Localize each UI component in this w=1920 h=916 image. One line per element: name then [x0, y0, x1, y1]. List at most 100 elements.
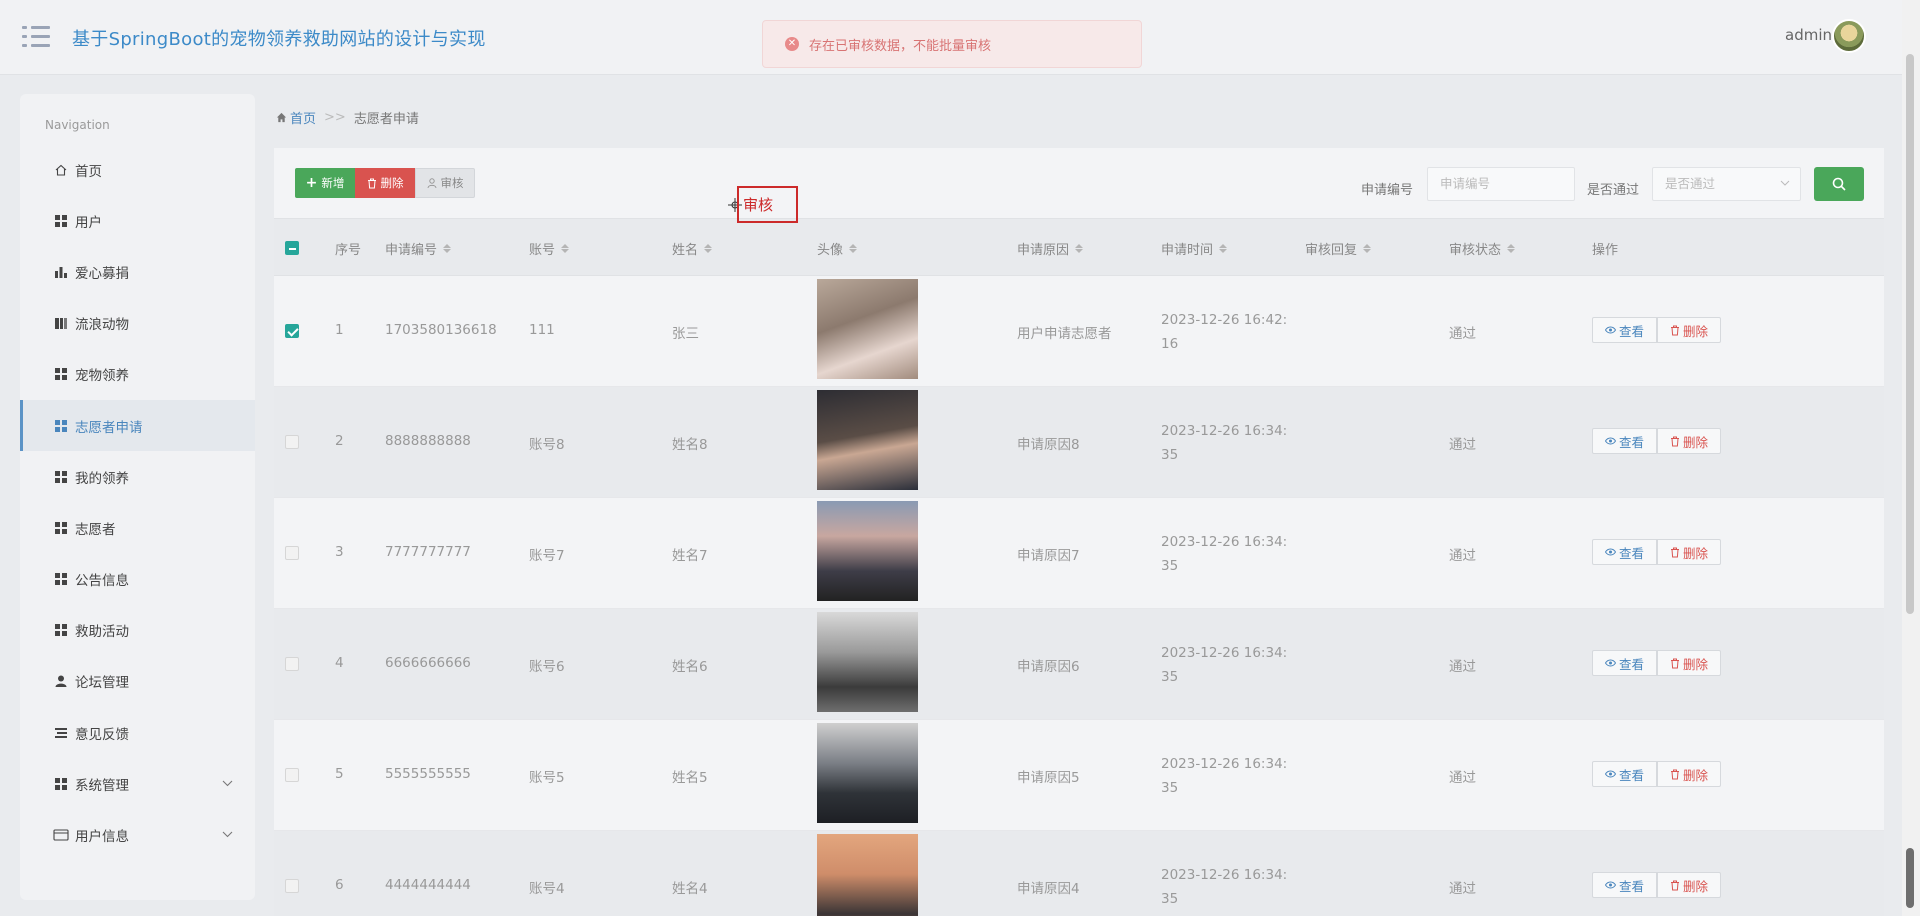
row-checkbox[interactable]: [285, 546, 299, 560]
cell-time: 2023-12-26 16:34: 35: [1161, 419, 1301, 467]
table-row[interactable]: 3 7777777777 账号7 姓名7 申请原因7 2023-12-26 16…: [274, 498, 1884, 609]
sort-icon: [1075, 244, 1084, 253]
sidebar-item[interactable]: 爱心募捐: [20, 246, 255, 297]
row-checkbox[interactable]: [285, 768, 299, 782]
table-row[interactable]: 1 1703580136618 111 张三 用户申请志愿者 2023-12-2…: [274, 276, 1884, 387]
sidebar-item[interactable]: 系统管理: [20, 758, 255, 809]
view-button[interactable]: 查看: [1592, 317, 1657, 343]
cell-time: 2023-12-26 16:34: 35: [1161, 752, 1301, 800]
row-delete-button[interactable]: 删除: [1657, 650, 1721, 676]
row-delete-button-label: 删除: [1682, 656, 1708, 672]
col-header-account[interactable]: 账号: [529, 239, 570, 258]
view-button[interactable]: 查看: [1592, 428, 1657, 454]
sidebar-item[interactable]: 意见反馈: [20, 707, 255, 758]
col-header-status[interactable]: 审核状态: [1449, 239, 1516, 258]
trash-icon: [1670, 769, 1679, 779]
col-header-reply[interactable]: 审核回复: [1305, 239, 1372, 258]
avatar-thumbnail[interactable]: [817, 501, 918, 601]
cell-status: 通过: [1449, 770, 1476, 786]
select-all-checkbox[interactable]: [285, 241, 299, 255]
sidebar-item[interactable]: 用户信息: [20, 809, 255, 860]
cell-reason: 申请原因4: [1017, 881, 1080, 897]
search-label-app-no: 申请编号: [1361, 183, 1414, 198]
row-checkbox[interactable]: [285, 435, 299, 449]
avatar-thumbnail[interactable]: [817, 612, 918, 712]
col-header-label: 申请时间: [1161, 243, 1214, 258]
sidebar-item[interactable]: 流浪动物: [20, 298, 255, 349]
grid-icon: [53, 520, 69, 536]
avatar-thumbnail[interactable]: [817, 390, 918, 490]
view-button-label: 查看: [1618, 434, 1644, 450]
row-delete-button-label: 删除: [1682, 767, 1708, 783]
avatar[interactable]: [1832, 19, 1866, 53]
col-header-label: 序号: [335, 243, 362, 258]
sidebar-item-label: 论坛管理: [75, 675, 129, 692]
cell-name: 姓名5: [672, 770, 708, 786]
error-icon: ✕: [785, 37, 799, 51]
sidebar-item-label: 救助活动: [75, 624, 129, 641]
breadcrumb-home[interactable]: 首页: [276, 108, 316, 127]
col-header-avatar[interactable]: 头像: [817, 239, 858, 258]
user-name[interactable]: admin: [1785, 26, 1832, 44]
view-button-label: 查看: [1618, 767, 1644, 783]
select-passed[interactable]: 是否通过: [1652, 167, 1801, 201]
table-row[interactable]: 6 4444444444 账号4 姓名4 申请原因4 2023-12-26 16…: [274, 831, 1884, 916]
sidebar-item-label: 流浪动物: [75, 317, 129, 334]
table-row[interactable]: 4 6666666666 账号6 姓名6 申请原因6 2023-12-26 16…: [274, 609, 1884, 720]
sidebar-item[interactable]: 论坛管理: [20, 656, 255, 707]
chevron-down-icon: [1780, 180, 1790, 186]
sidebar-item[interactable]: 志愿者: [20, 502, 255, 553]
col-header-time[interactable]: 申请时间: [1161, 239, 1228, 258]
table-row[interactable]: 5 5555555555 账号5 姓名5 申请原因5 2023-12-26 16…: [274, 720, 1884, 831]
search-input-app-no[interactable]: 申请编号: [1427, 167, 1575, 201]
avatar-thumbnail[interactable]: [817, 834, 918, 916]
row-checkbox[interactable]: [285, 879, 299, 893]
sidebar-item[interactable]: 我的领养: [20, 451, 255, 502]
row-delete-button-label: 删除: [1682, 323, 1708, 339]
home-icon: [53, 162, 69, 178]
view-button[interactable]: 查看: [1592, 872, 1657, 898]
view-button[interactable]: 查看: [1592, 650, 1657, 676]
col-header-name[interactable]: 姓名: [672, 239, 713, 258]
scrollbar-thumb[interactable]: [1906, 54, 1914, 614]
cell-time-line-2: 35: [1161, 558, 1179, 574]
sidebar-item[interactable]: 救助活动: [20, 605, 255, 656]
sidebar-item[interactable]: 宠物领养: [20, 349, 255, 400]
view-button[interactable]: 查看: [1592, 539, 1657, 565]
search-button[interactable]: [1814, 167, 1864, 201]
row-checkbox[interactable]: [285, 657, 299, 671]
row-delete-button[interactable]: 删除: [1657, 317, 1721, 343]
sidebar-item-label: 宠物领养: [75, 368, 129, 385]
select-passed-placeholder: 是否通过: [1665, 176, 1716, 191]
row-checkbox[interactable]: [285, 324, 299, 338]
audit-button[interactable]: 审核: [415, 168, 475, 198]
card-icon: [53, 827, 69, 843]
table-row[interactable]: 2 8888888888 账号8 姓名8 申请原因8 2023-12-26 16…: [274, 387, 1884, 498]
row-delete-button[interactable]: 删除: [1657, 761, 1721, 787]
col-header-reason[interactable]: 申请原因: [1017, 239, 1084, 258]
cell-reason: 申请原因7: [1017, 548, 1080, 564]
sidebar-item-label: 公告信息: [75, 573, 129, 590]
col-header-app-no[interactable]: 申请编号: [385, 239, 452, 258]
trash-icon: [1670, 880, 1679, 890]
sidebar-item[interactable]: 志愿者申请: [20, 399, 255, 452]
sidebar-item[interactable]: 首页: [20, 144, 255, 195]
eye-icon: [1604, 437, 1616, 445]
row-delete-button[interactable]: 删除: [1657, 872, 1721, 898]
row-delete-button[interactable]: 删除: [1657, 428, 1721, 454]
sidebar-item[interactable]: 用户: [20, 195, 255, 246]
app-title: 基于SpringBoot的宠物领养救助网站的设计与实现: [72, 29, 486, 50]
add-button[interactable]: + 新增: [295, 168, 355, 198]
cell-time: 2023-12-26 16:42: 16: [1161, 308, 1301, 356]
delete-button[interactable]: 删除: [355, 168, 415, 198]
row-delete-button[interactable]: 删除: [1657, 539, 1721, 565]
view-button[interactable]: 查看: [1592, 761, 1657, 787]
menu-toggle-icon[interactable]: [22, 26, 50, 48]
grid-icon: [53, 622, 69, 638]
trash-icon: [1670, 658, 1679, 668]
avatar-thumbnail[interactable]: [817, 723, 918, 823]
avatar-thumbnail[interactable]: [817, 279, 918, 379]
sidebar-item[interactable]: 公告信息: [20, 554, 255, 605]
sort-icon: [443, 244, 452, 253]
cell-reason: 申请原因5: [1017, 770, 1080, 786]
